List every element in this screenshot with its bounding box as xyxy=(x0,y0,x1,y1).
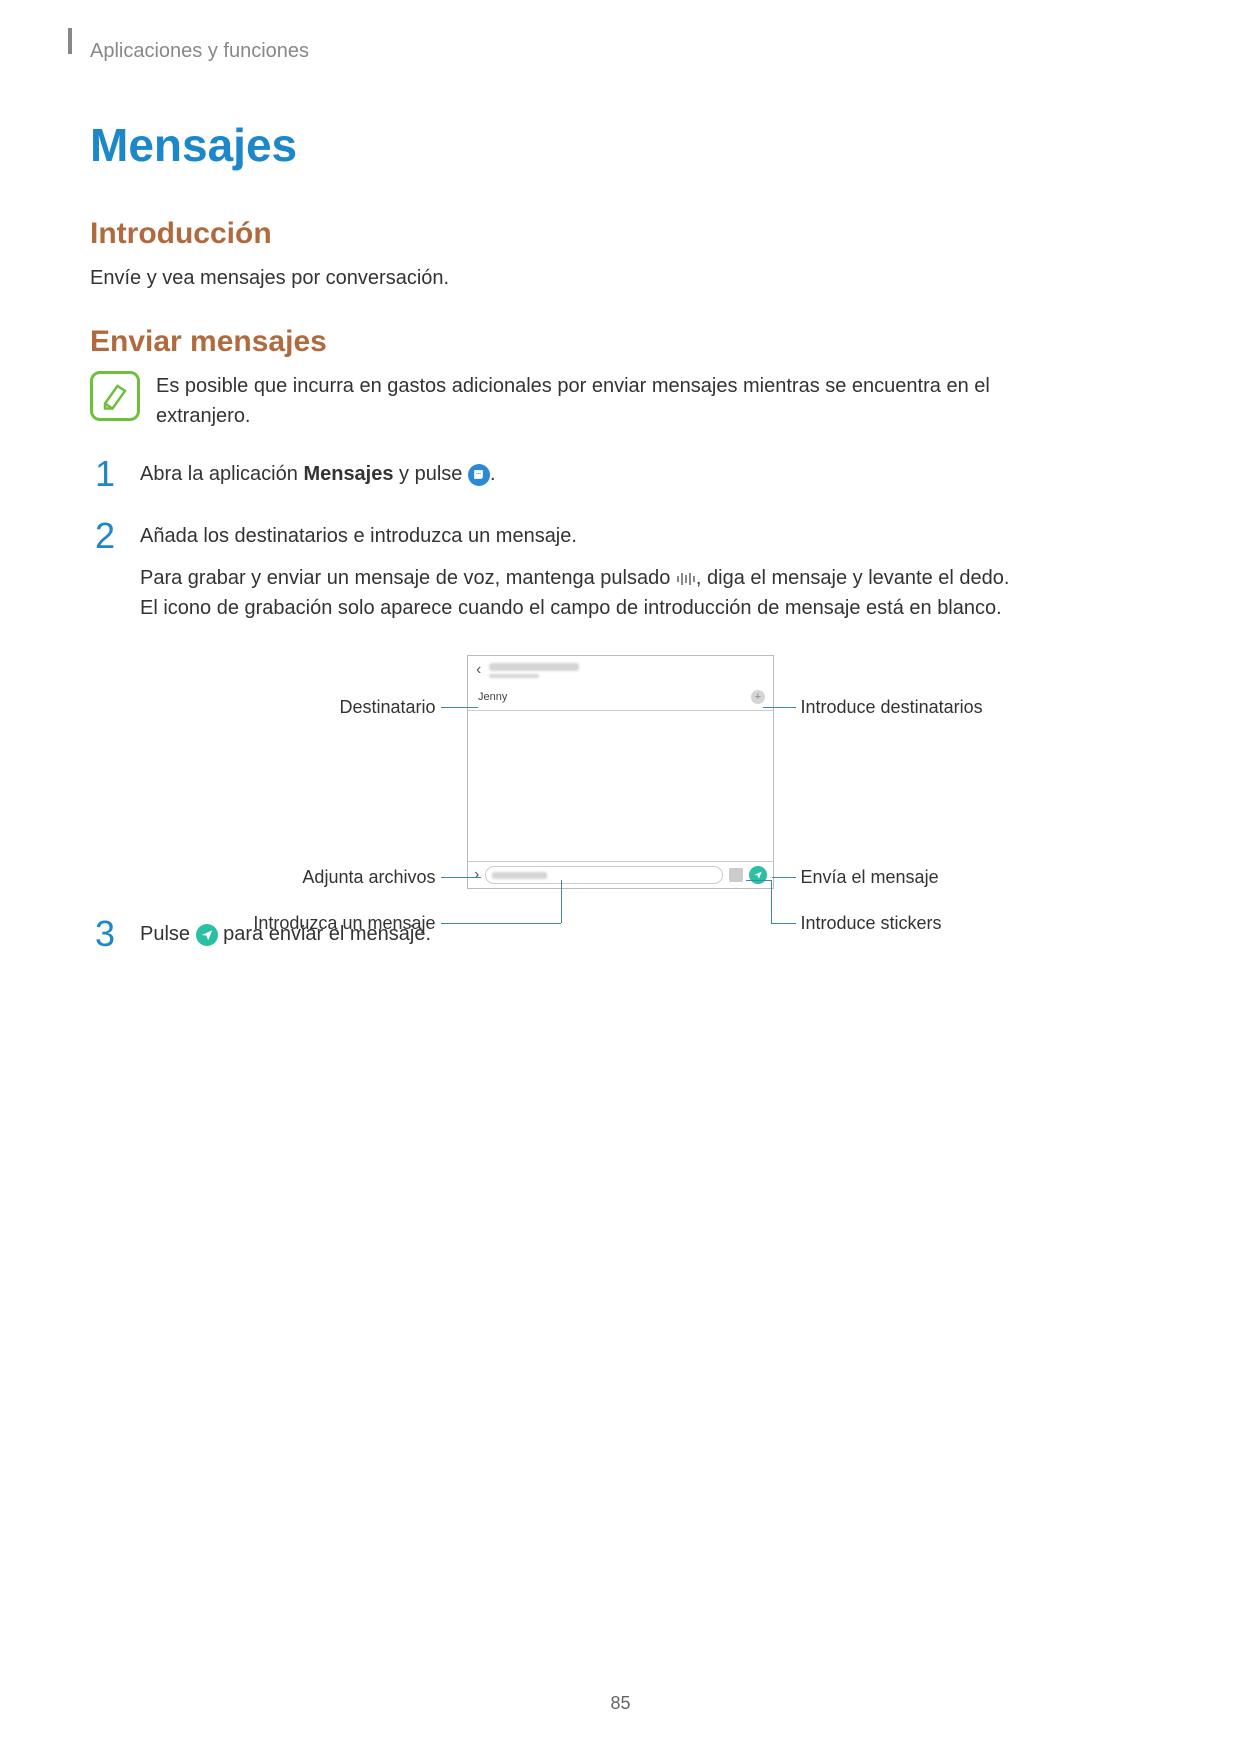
input-placeholder xyxy=(492,872,547,879)
lead-line xyxy=(441,707,478,708)
compose-message-figure: ‹ Jenny + ‹ xyxy=(236,655,1006,889)
step1-text-pre: Abra la aplicación xyxy=(140,463,303,485)
attach-chevron-icon: ‹ xyxy=(474,866,479,884)
send-icon xyxy=(749,866,767,884)
step-number: 1 xyxy=(90,456,120,492)
back-icon: ‹ xyxy=(476,661,481,679)
subtitle-placeholder xyxy=(489,674,539,678)
lead-line xyxy=(763,707,796,708)
callout-enter-msg: Introduzca un mensaje xyxy=(236,913,436,934)
title-placeholder xyxy=(489,663,579,671)
callout-recipient: Destinatario xyxy=(236,697,436,718)
step-body: Añada los destinatarios e introduzca un … xyxy=(140,521,1030,635)
compose-icon xyxy=(468,464,490,486)
manual-page: Aplicaciones y funciones Mensajes Introd… xyxy=(0,0,1241,1754)
phone-mock: ‹ Jenny + ‹ xyxy=(467,655,774,889)
step2-line1: Añada los destinatarios e introduzca un … xyxy=(140,521,1030,551)
step3-pre: Pulse xyxy=(140,923,196,945)
step-1: 1 Abra la aplicación Mensajes y pulse . xyxy=(90,459,1151,501)
step-number: 3 xyxy=(90,916,120,952)
section-heading-send: Enviar mensajes xyxy=(90,325,1151,359)
step-number: 2 xyxy=(90,518,120,554)
lead-line xyxy=(441,877,481,878)
page-title: Mensajes xyxy=(90,118,1151,172)
mock-body xyxy=(468,711,773,861)
callout-stickers: Introduce stickers xyxy=(801,913,942,934)
mock-recipient-row: Jenny + xyxy=(468,684,773,711)
lead-line xyxy=(561,880,562,923)
note-block: Es posible que incurra en gastos adicion… xyxy=(90,371,1151,431)
intro-paragraph: Envíe y vea mensajes por conversación. xyxy=(90,263,1151,293)
lead-line xyxy=(441,923,561,924)
lead-line xyxy=(772,877,796,878)
mock-text-input xyxy=(485,866,723,884)
step-body: Abra la aplicación Mensajes y pulse . xyxy=(140,459,496,501)
lead-line xyxy=(771,880,772,923)
step-2: 2 Añada los destinatarios e introduzca u… xyxy=(90,521,1151,635)
callout-add-recipients: Introduce destinatarios xyxy=(801,697,983,718)
breadcrumb: Aplicaciones y funciones xyxy=(90,40,1151,63)
page-side-marker xyxy=(68,28,72,54)
lead-line xyxy=(771,923,796,924)
lead-line xyxy=(746,880,771,881)
note-icon xyxy=(90,371,140,421)
note-text: Es posible que incurra en gastos adicion… xyxy=(156,371,1036,431)
mock-recipient-name: Jenny xyxy=(478,691,507,703)
step1-tail: . xyxy=(490,463,496,485)
voice-record-icon xyxy=(676,573,696,585)
add-recipient-icon: + xyxy=(751,690,765,704)
mock-input-row: ‹ xyxy=(468,861,773,888)
step1-app-name: Mensajes xyxy=(303,463,393,485)
mock-topbar: ‹ xyxy=(468,656,773,684)
callout-send: Envía el mensaje xyxy=(801,867,939,888)
section-heading-introduction: Introducción xyxy=(90,217,1151,251)
sticker-icon xyxy=(729,868,743,882)
step2-line2-pre: Para grabar y enviar un mensaje de voz, … xyxy=(140,567,676,589)
page-number: 85 xyxy=(0,1693,1241,1714)
step1-text-post: y pulse xyxy=(394,463,468,485)
callout-attach: Adjunta archivos xyxy=(236,867,436,888)
send-icon xyxy=(196,924,218,946)
